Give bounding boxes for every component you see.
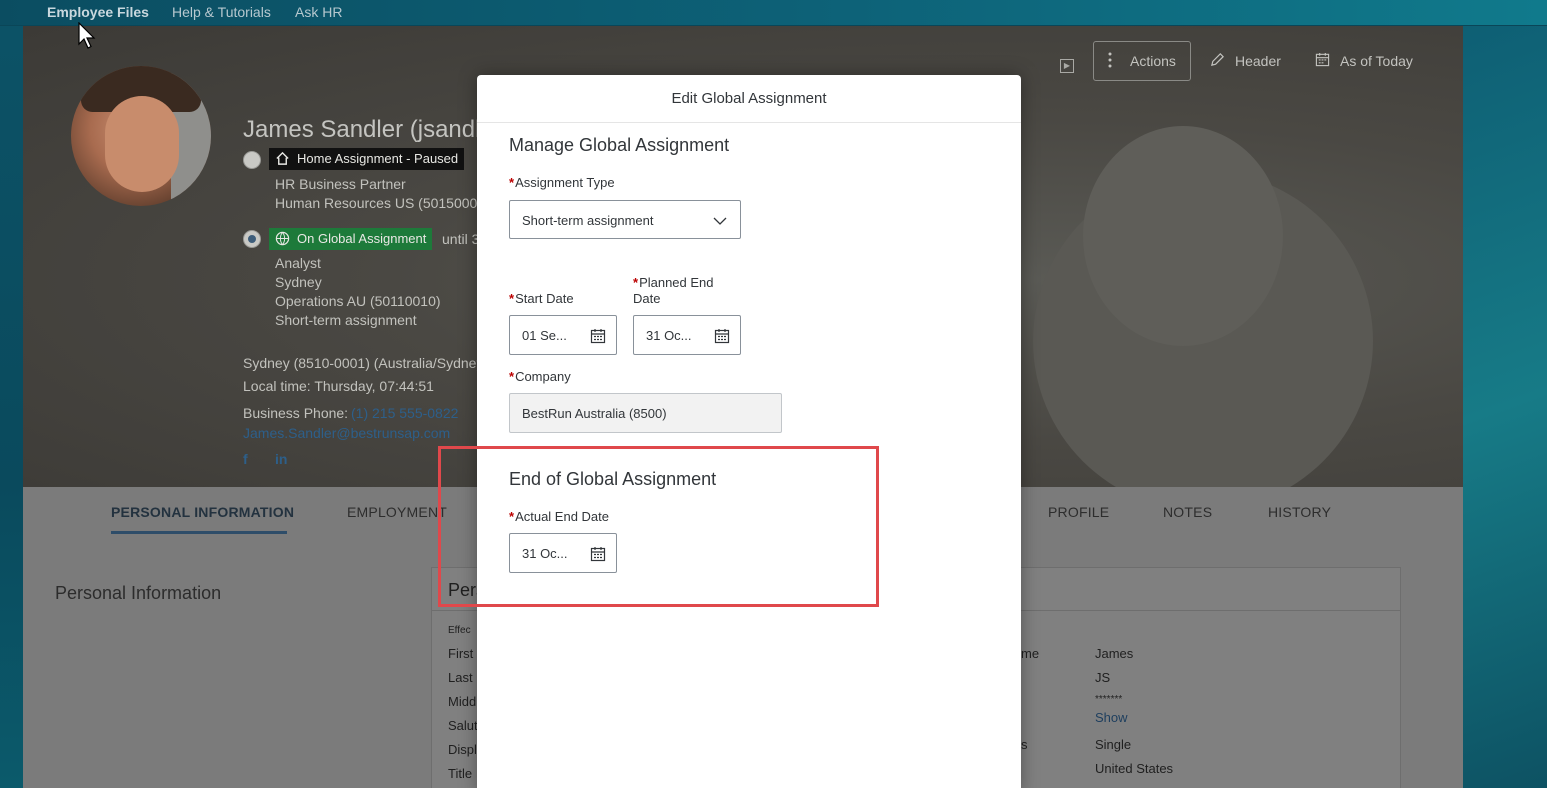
nav-help-tutorials[interactable]: Help & Tutorials bbox=[172, 4, 271, 20]
calendar-icon[interactable] bbox=[714, 328, 730, 344]
house-icon bbox=[275, 151, 290, 169]
business-phone-label: Business Phone: bbox=[243, 405, 349, 421]
field-label: First bbox=[448, 646, 474, 661]
as-of-today-label: As of Today bbox=[1340, 53, 1413, 69]
dialog-title: Edit Global Assignment bbox=[671, 90, 827, 107]
local-time: Local time: Thursday, 07:44:51 bbox=[243, 378, 434, 394]
company-label: *Company bbox=[509, 369, 571, 384]
pencil-icon bbox=[1210, 52, 1225, 70]
global-job-title: Analyst bbox=[275, 255, 321, 271]
field-value: Single bbox=[1095, 737, 1132, 752]
assignment-type-label: *Assignment Type bbox=[509, 175, 615, 190]
masked-value: ******* bbox=[1095, 694, 1123, 705]
field-label: Displ bbox=[448, 742, 477, 757]
home-assignment-badge: Home Assignment - Paused bbox=[269, 148, 465, 170]
tab-employment[interactable]: EMPLOYMENT bbox=[347, 504, 447, 520]
required-asterisk: * bbox=[509, 175, 515, 190]
global-assignment-radio[interactable] bbox=[243, 230, 261, 248]
calendar-icon bbox=[1315, 52, 1330, 70]
tab-history[interactable]: HISTORY bbox=[1268, 504, 1331, 520]
chevron-down-icon bbox=[712, 213, 728, 229]
global-assignment-badge: On Global Assignment bbox=[269, 228, 433, 250]
business-phone-link[interactable]: (1) 215 555-0822 bbox=[351, 405, 458, 421]
home-assignment-radio[interactable] bbox=[243, 151, 261, 169]
global-location: Sydney bbox=[275, 274, 322, 290]
field-value: JS bbox=[1095, 670, 1111, 685]
as-of-today-button[interactable]: As of Today bbox=[1315, 41, 1413, 81]
linkedin-icon[interactable]: in bbox=[275, 451, 287, 467]
field-value: James bbox=[1095, 646, 1134, 661]
company-value: BestRun Australia (8500) bbox=[522, 406, 667, 421]
start-date-value: 01 Se... bbox=[522, 328, 567, 343]
section-title: Personal Information bbox=[55, 583, 222, 603]
nav-employee-files[interactable]: Employee Files bbox=[47, 4, 149, 20]
globe-icon bbox=[275, 231, 290, 249]
highlight-annotation bbox=[438, 446, 879, 607]
mouse-cursor-icon bbox=[78, 21, 98, 50]
global-until: until 3 bbox=[442, 231, 480, 247]
field-label: me bbox=[1021, 646, 1040, 661]
home-department: Human Resources US (50150001 bbox=[275, 195, 486, 211]
more-vertical-icon bbox=[1108, 52, 1112, 71]
background-right bbox=[1463, 26, 1547, 788]
background-left bbox=[0, 26, 23, 788]
employee-name: James Sandler (jsandle bbox=[243, 116, 494, 143]
edit-global-assignment-dialog: Edit Global Assignment Manage Global Ass… bbox=[477, 75, 1021, 788]
company-field: BestRun Australia (8500) bbox=[509, 393, 782, 433]
field-label: Last bbox=[448, 670, 473, 685]
start-date-label: *Start Date bbox=[509, 291, 574, 306]
header-label: Header bbox=[1235, 53, 1281, 69]
avatar[interactable] bbox=[71, 66, 211, 206]
facebook-icon[interactable]: f bbox=[243, 451, 248, 467]
field-label: Salut bbox=[448, 718, 478, 733]
calendar-icon[interactable] bbox=[590, 328, 606, 344]
global-department: Operations AU (50110010) bbox=[275, 293, 441, 309]
planned-end-date-value: 31 Oc... bbox=[646, 328, 692, 343]
active-tab-indicator bbox=[111, 531, 287, 534]
tab-personal-information[interactable]: PERSONAL INFORMATION bbox=[111, 504, 294, 520]
field-label: Effec bbox=[448, 625, 471, 636]
field-label: Midd bbox=[448, 694, 477, 709]
email-link[interactable]: James.Sandler@bestrunsap.com bbox=[243, 425, 450, 441]
planned-end-date-picker[interactable]: 31 Oc... bbox=[633, 315, 741, 355]
top-navigation: Employee Files Help & Tutorials Ask HR bbox=[0, 0, 1547, 26]
planned-end-date-label: *Planned End Date bbox=[633, 275, 714, 306]
manage-section-title: Manage Global Assignment bbox=[509, 135, 730, 155]
home-job-title: HR Business Partner bbox=[275, 176, 406, 192]
location-line: Sydney (8510-0001) (Australia/Sydney bbox=[243, 355, 484, 371]
actions-label: Actions bbox=[1130, 53, 1176, 69]
actions-button[interactable]: Actions bbox=[1093, 41, 1191, 81]
background-silhouette-head bbox=[1083, 126, 1283, 346]
show-link[interactable]: Show bbox=[1095, 710, 1128, 725]
tab-notes[interactable]: NOTES bbox=[1163, 504, 1212, 520]
field-value: United States bbox=[1095, 761, 1174, 776]
nav-ask-hr[interactable]: Ask HR bbox=[295, 4, 342, 20]
tab-profile[interactable]: PROFILE bbox=[1048, 504, 1109, 520]
field-label: Title bbox=[448, 766, 473, 781]
field-label: s bbox=[1021, 737, 1028, 752]
assignment-type-value: Short-term assignment bbox=[522, 213, 654, 228]
dialog-header: Edit Global Assignment bbox=[477, 75, 1021, 123]
assignment-type-select[interactable]: Short-term assignment bbox=[509, 200, 741, 239]
play-icon[interactable]: ▶ bbox=[1060, 59, 1074, 73]
header-button[interactable]: Header bbox=[1210, 41, 1281, 81]
global-assignment-type: Short-term assignment bbox=[275, 312, 417, 328]
start-date-picker[interactable]: 01 Se... bbox=[509, 315, 617, 355]
global-assignment-label: On Global Assignment bbox=[297, 231, 427, 246]
home-assignment-label: Home Assignment - Paused bbox=[297, 151, 459, 166]
